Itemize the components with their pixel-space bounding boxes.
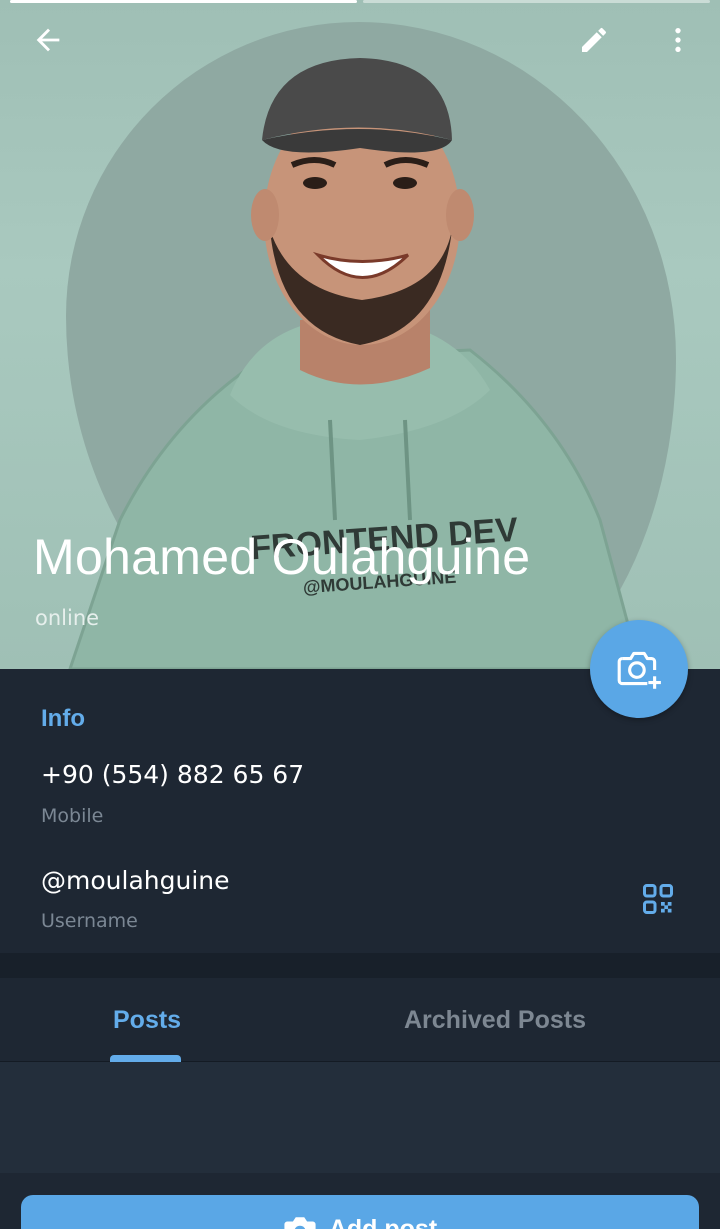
tab-archived-posts[interactable]: Archived Posts [404,1006,586,1035]
posts-content-area [0,1062,720,1173]
phone-label: Mobile [41,805,104,827]
tab-bar: Posts Archived Posts [0,978,720,1062]
tab-posts[interactable]: Posts [113,1006,181,1035]
qr-code-button[interactable] [636,877,680,921]
more-options-button[interactable] [650,12,706,68]
qr-code-icon [643,884,673,914]
username-label: Username [41,910,138,932]
section-divider [0,953,720,978]
profile-header: FRONTEND DEV @MOULAHGUINE Mohamed Oulahg… [0,0,720,669]
online-status: online [35,606,100,630]
arrow-left-icon [36,28,60,52]
phone-number[interactable]: +90 (554) 882 65 67 [41,760,304,789]
info-heading: Info [41,705,85,732]
back-button[interactable] [20,12,76,68]
profile-name: Mohamed Oulahguine [33,529,531,585]
pencil-icon [582,27,607,52]
camera-add-icon [617,651,661,689]
username[interactable]: @moulahguine [41,866,230,895]
add-post-button[interactable]: Add post [21,1195,699,1229]
active-tab-indicator [110,1055,181,1062]
add-post-label: Add post [328,1215,438,1229]
camera-icon [284,1217,316,1229]
edit-button[interactable] [566,12,622,68]
info-section: Info +90 (554) 882 65 67 Mobile @moulahg… [0,669,720,953]
top-app-bar [0,0,720,80]
more-vertical-icon [675,28,681,52]
set-photo-button[interactable] [590,620,688,718]
